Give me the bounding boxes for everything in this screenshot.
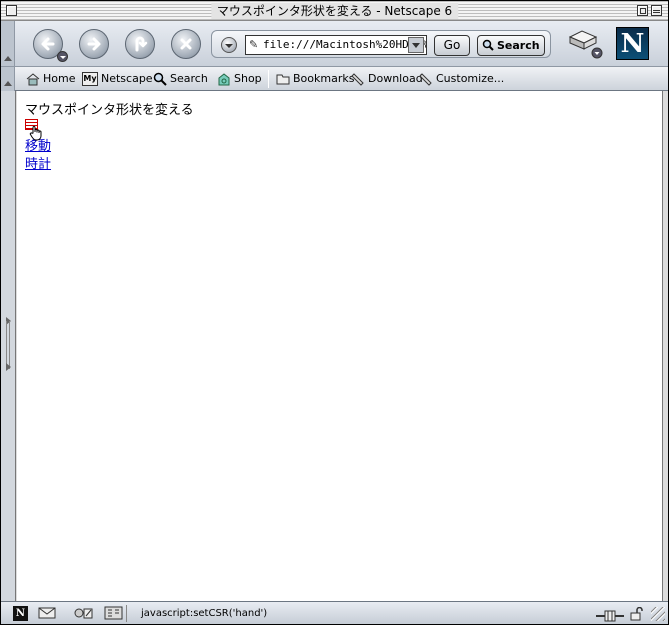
search-button[interactable]: Search: [477, 35, 545, 56]
magnifier-icon: [482, 39, 494, 51]
toolbar-item-my-netscape[interactable]: My Netscape: [82, 71, 153, 87]
zoom-box[interactable]: [637, 5, 648, 16]
toolbar-item-home[interactable]: Home: [26, 71, 75, 87]
toolbar-item-label: Bookmarks: [293, 72, 355, 85]
navigation-toolbar: file:///Macintosh%20HDD/%9 ✎ Go Search N: [1, 21, 668, 67]
back-history-dropdown[interactable]: [57, 51, 68, 62]
reload-icon: [135, 36, 148, 52]
toolbar-item-search[interactable]: Search: [153, 71, 208, 87]
url-history-button[interactable]: [221, 37, 237, 53]
folder-icon: [276, 74, 290, 85]
window-title: マウスポインタ形状を変える - Netscape 6: [210, 3, 459, 19]
forward-button[interactable]: [79, 29, 109, 59]
back-arrow-icon: [41, 37, 55, 51]
sidebar-grip[interactable]: [6, 321, 10, 369]
toolbar-item-label: Shop: [234, 72, 262, 85]
search-button-label: Search: [497, 39, 540, 52]
close-box[interactable]: [6, 5, 17, 16]
toolbar-grippy[interactable]: [1, 21, 15, 66]
forward-arrow-icon: [87, 37, 101, 51]
stop-button[interactable]: [171, 29, 201, 59]
toolbar-item-customize[interactable]: Customize...: [419, 71, 504, 87]
home-icon: [26, 73, 40, 86]
page-heading: マウスポインタ形状を変える: [25, 103, 194, 118]
title-bar[interactable]: マウスポインタ形状を変える - Netscape 6: [1, 1, 668, 21]
mail-icon[interactable]: [567, 27, 603, 59]
toolbar-separator: [268, 70, 269, 88]
netscape-component-icon[interactable]: N: [13, 606, 28, 621]
status-bar: N javascript:setCSR('hand'): [1, 601, 668, 624]
status-text: javascript:setCSR('hand'): [126, 605, 591, 622]
reload-button[interactable]: [125, 29, 155, 59]
url-dropdown-button[interactable]: [408, 37, 424, 53]
toolbar-item-shop[interactable]: Shop: [217, 71, 262, 87]
toolbar-item-download[interactable]: Download: [351, 71, 423, 87]
shop-icon: [218, 73, 230, 86]
clock-link[interactable]: 時計: [25, 153, 51, 172]
search-icon: [153, 72, 167, 86]
collapse-box[interactable]: [651, 5, 662, 16]
personal-toolbar: Home My Netscape Search Shop Bookmarks D…: [1, 67, 668, 91]
sidebar-splitter[interactable]: [1, 91, 16, 601]
security-lock-icon[interactable]: [629, 606, 643, 621]
bookmark-icon: [351, 73, 364, 86]
browser-window: マウスポインタ形状を変える - Netscape 6 file:///Macin…: [0, 0, 669, 625]
url-field[interactable]: file:///Macintosh%20HDD/%9: [245, 35, 427, 55]
toolbar-item-label: Home: [43, 72, 76, 85]
toolbar-item-label: Netscape: [101, 72, 153, 85]
progress-meter-icon: [595, 607, 625, 622]
window-right-frame: [662, 91, 668, 601]
my-netscape-icon: My: [82, 72, 98, 86]
toolbar-item-label: Customize...: [436, 72, 505, 85]
hand-cursor-icon: [29, 125, 43, 144]
mail-envelope-icon[interactable]: [38, 606, 56, 621]
netscape-logo[interactable]: N: [616, 27, 649, 60]
toolbar-item-bookmarks[interactable]: Bookmarks: [276, 71, 354, 87]
composer-icon[interactable]: [74, 606, 94, 621]
stop-x-icon: [180, 38, 192, 50]
bookmark-icon: [419, 73, 432, 86]
address-book-icon[interactable]: [104, 606, 123, 621]
page-proxy-icon[interactable]: ✎: [249, 38, 260, 51]
go-button[interactable]: Go: [434, 35, 470, 56]
sidebar-expand-arrow[interactable]: [6, 363, 11, 371]
resize-grip[interactable]: [651, 607, 665, 621]
toolbar-item-label: Search: [170, 72, 208, 85]
page-content: マウスポインタ形状を変える 移動 時計: [17, 91, 662, 601]
toolbar-item-label: Download: [368, 72, 423, 85]
personal-toolbar-grippy[interactable]: [1, 67, 15, 91]
